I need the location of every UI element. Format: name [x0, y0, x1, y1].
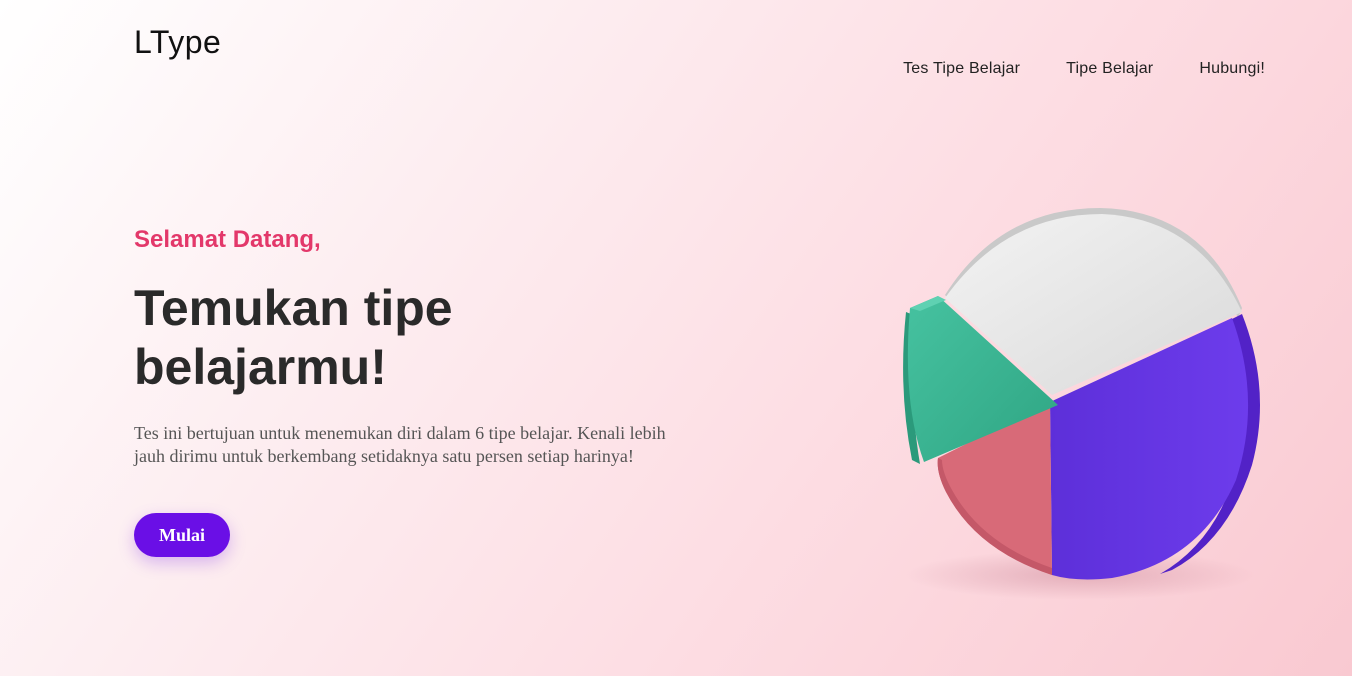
hero-headline-line-1: Temukan tipe: [134, 280, 453, 336]
pie-chart-3d-icon: [903, 208, 1260, 600]
start-button[interactable]: Mulai: [134, 513, 230, 557]
nav-link-tes-tipe-belajar[interactable]: Tes Tipe Belajar: [903, 60, 1020, 78]
nav-link-hubungi[interactable]: Hubungi!: [1199, 60, 1265, 78]
welcome-text: Selamat Datang,: [134, 226, 321, 253]
hero-headline-line-2: belajarmu!: [134, 339, 387, 395]
logo[interactable]: LType: [134, 24, 221, 61]
hero-description: Tes ini bertujuan untuk menemukan diri d…: [134, 423, 666, 466]
top-nav: Tes Tipe Belajar Tipe Belajar Hubungi!: [903, 60, 1265, 78]
hero-headline: Temukan tipe belajarmu!: [134, 279, 554, 397]
nav-link-tipe-belajar[interactable]: Tipe Belajar: [1066, 60, 1153, 78]
